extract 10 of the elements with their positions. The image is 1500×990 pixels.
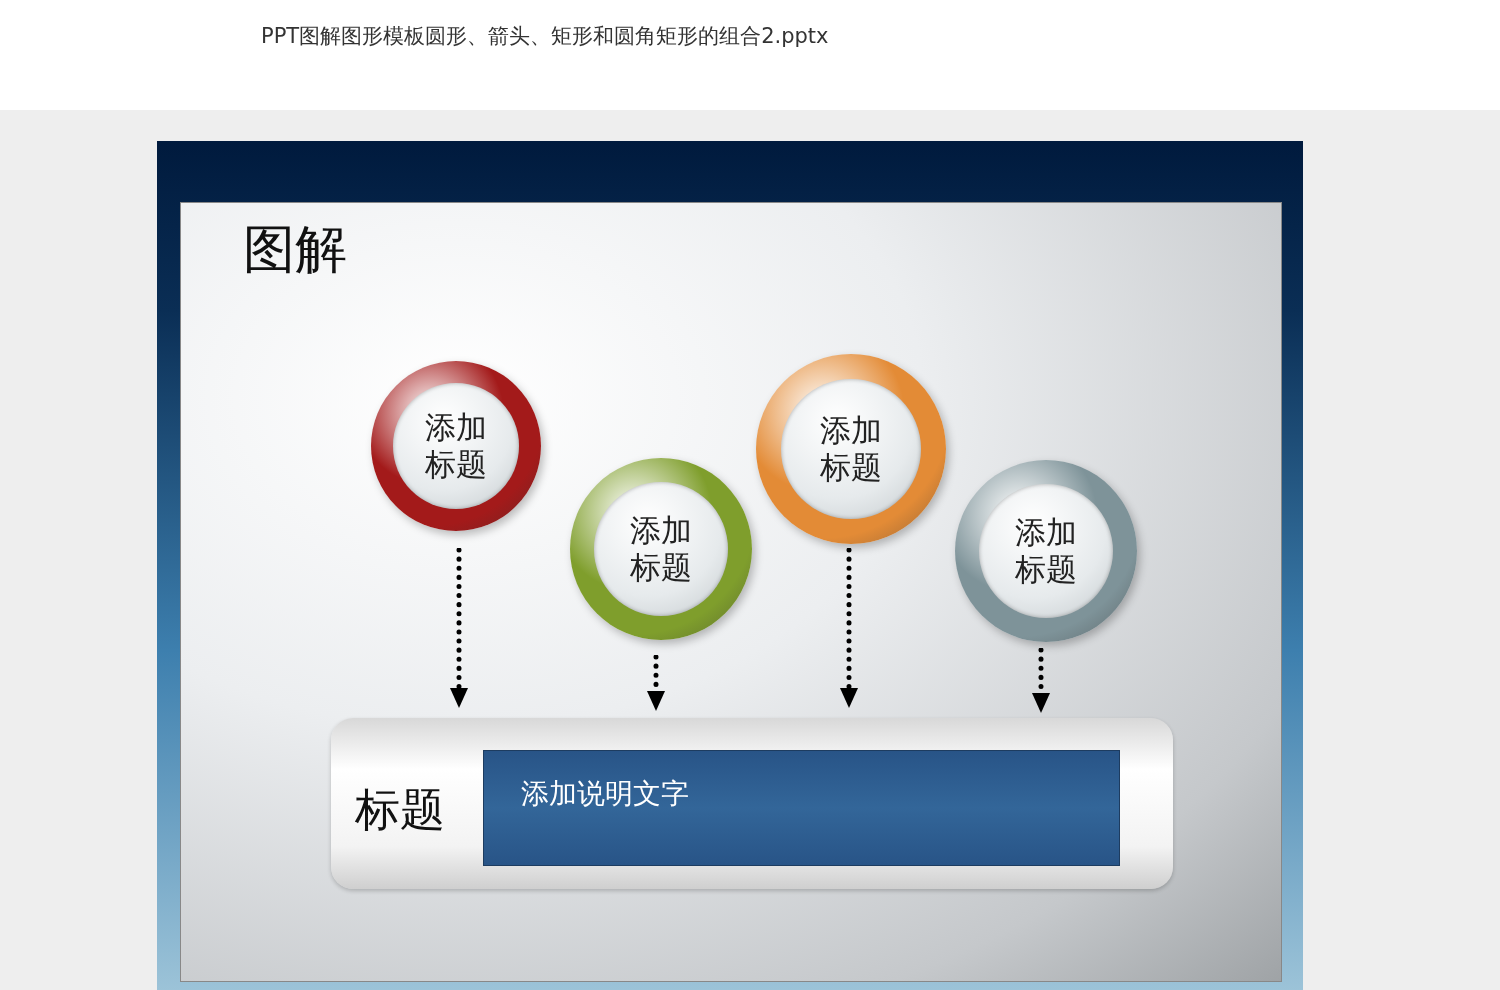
node-label: 添加标题 [1014,513,1078,589]
node-label: 添加标题 [629,511,693,587]
dotted-arrow [646,655,666,711]
description-text: 添加说明文字 [521,776,689,812]
bar-label: 标题 [355,782,445,838]
node-label: 添加标题 [819,411,883,487]
slide-heading: 图解 [243,218,347,281]
dotted-arrow [1031,648,1051,713]
node-label: 添加标题 [424,408,488,484]
file-title: PPT图解图形模板圆形、箭头、矩形和圆角矩形的组合2.pptx [261,24,829,48]
